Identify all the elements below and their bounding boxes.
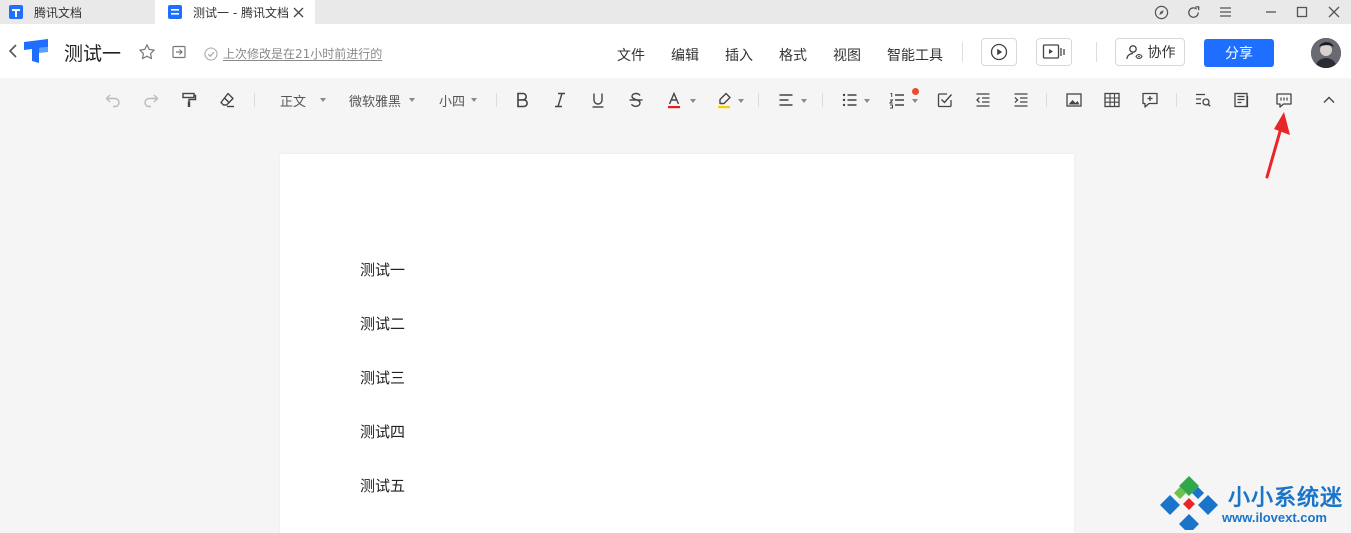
divider [758,93,759,107]
divider [962,42,963,62]
paragraph-style-value: 正文 [280,94,307,110]
chevron-down-icon [320,98,327,102]
underline-icon[interactable] [587,89,609,111]
save-status[interactable]: 上次修改是在21小时前进行的 [204,45,382,62]
chevron-down-icon[interactable] [801,99,807,103]
table-icon[interactable] [1101,89,1123,111]
image-icon[interactable] [1063,89,1085,111]
presentation-icon [1042,44,1065,59]
divider [1176,93,1177,107]
divider [1046,93,1047,107]
avatar[interactable] [1311,38,1341,68]
collaborate-button[interactable]: 协作 [1115,38,1185,66]
paragraph[interactable]: 测试二 [360,313,405,334]
paragraph-style-select[interactable]: 正文 [280,91,327,110]
tencent-docs-logo-icon [8,4,24,20]
clear-format-icon[interactable] [216,89,238,111]
format-painter-icon[interactable] [178,89,200,111]
refresh-icon[interactable] [1183,2,1203,22]
close-tab-icon[interactable] [291,4,305,20]
move-to-folder-icon[interactable] [171,44,187,60]
document-info-icon[interactable] [1230,89,1252,111]
star-icon[interactable] [138,43,156,61]
insert-comment-icon[interactable] [1139,89,1161,111]
font-size-select[interactable]: 小四 [439,91,478,110]
watermark-title: 小小系统迷 [1228,486,1344,511]
save-status-text: 上次修改是在21小时前进行的 [223,47,383,61]
divider [254,93,255,107]
menu-view[interactable]: 视图 [833,45,861,65]
chevron-down-icon[interactable] [738,99,744,103]
font-family-select[interactable]: 微软雅黑 [349,91,416,110]
redo-icon[interactable] [140,89,162,111]
font-size-value: 小四 [439,94,466,110]
paragraph[interactable]: 测试五 [360,475,405,496]
tab-strip: 腾讯文档 测试一 - 腾讯文档 [0,0,1351,24]
document-header: 测试一 上次修改是在21小时前进行的 文件 编辑 插入 格式 视图 智能工具 协… [0,24,1351,78]
collaborate-user-icon [1125,45,1143,60]
outdent-icon[interactable] [972,89,994,111]
maximize-icon[interactable] [1292,2,1312,22]
share-button[interactable]: 分享 [1204,39,1274,67]
red-annotation-arrow [1265,112,1290,179]
close-window-icon[interactable] [1324,2,1344,22]
document-icon [167,4,183,20]
tab-label: 测试一 - 腾讯文档 [193,5,289,20]
minimize-icon[interactable] [1261,2,1281,22]
saved-check-icon [204,46,218,61]
tab-home[interactable]: 腾讯文档 [0,0,155,24]
paragraph[interactable]: 测试四 [360,421,405,442]
font-family-value: 微软雅黑 [349,94,402,110]
play-icon [990,43,1008,61]
find-icon[interactable] [1192,89,1214,111]
paragraph[interactable]: 测试三 [360,367,405,388]
new-feature-dot [912,88,919,95]
menu-format[interactable]: 格式 [779,45,807,65]
watermark: 小小系统迷 www.ilovext.com [1158,474,1348,530]
tab-label: 腾讯文档 [34,5,83,20]
back-chevron-icon[interactable] [7,41,19,61]
paragraph[interactable]: 测试一 [360,259,405,280]
play-button[interactable] [981,38,1017,66]
menu-edit[interactable]: 编辑 [671,45,699,65]
highlight-icon[interactable] [713,89,735,111]
format-toolbar: 正文 微软雅黑 小四 [0,78,1351,122]
collapse-toolbar-icon[interactable] [1318,89,1340,111]
compass-icon[interactable] [1151,2,1171,22]
menu-smart-tools[interactable]: 智能工具 [887,45,943,65]
watermark-logo-icon [1160,476,1218,530]
tencent-docs-logo-icon[interactable] [22,38,52,64]
bold-icon[interactable] [511,89,533,111]
checklist-icon[interactable] [934,89,956,111]
chevron-down-icon [409,98,416,102]
watermark-url: www.ilovext.com [1222,510,1327,525]
divider [1096,42,1097,62]
numbered-list-icon[interactable] [886,89,908,111]
bullet-list-icon[interactable] [839,89,861,111]
document-page[interactable]: 测试一 测试二 测试三 测试四 测试五 [280,154,1074,533]
divider [822,93,823,107]
chevron-down-icon[interactable] [690,99,696,103]
document-title[interactable]: 测试一 [64,39,121,66]
align-icon[interactable] [775,89,797,111]
strikethrough-icon[interactable] [625,89,647,111]
chevron-down-icon[interactable] [864,99,870,103]
divider [496,93,497,107]
indent-icon[interactable] [1010,89,1032,111]
italic-icon[interactable] [549,89,571,111]
menu-insert[interactable]: 插入 [725,45,753,65]
tab-document[interactable]: 测试一 - 腾讯文档 [155,0,315,24]
chevron-down-icon [471,98,478,102]
font-color-icon[interactable] [663,89,685,111]
menu-file[interactable]: 文件 [617,45,645,65]
chevron-down-icon[interactable] [912,99,918,103]
presentation-button[interactable] [1036,38,1072,66]
undo-icon[interactable] [102,89,124,111]
menu-icon[interactable] [1215,2,1235,22]
collaborate-label: 协作 [1147,45,1176,61]
